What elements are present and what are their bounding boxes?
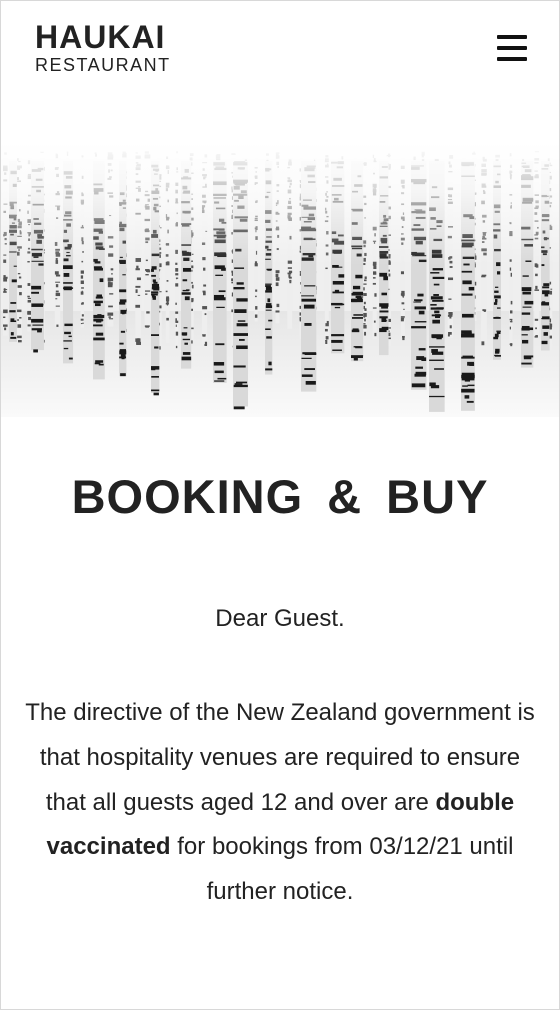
page-frame: HAUKAI RESTAURANT BOOKING & BUY Dear Gue…	[0, 0, 560, 1010]
hero-image	[1, 141, 559, 417]
logo-name: HAUKAI	[35, 19, 166, 55]
notice-bold-double: double	[435, 788, 515, 816]
snowy-birch-forest-photo	[1, 141, 559, 417]
restaurant-logo[interactable]: HAUKAI RESTAURANT	[35, 21, 171, 75]
vaccination-notice: The directive of the New Zealand governm…	[21, 691, 539, 915]
notice-text-2: for bookings from 03/12/21 until further…	[170, 833, 514, 906]
greeting-text: Dear Guest.	[215, 605, 345, 632]
site-header: HAUKAI RESTAURANT	[1, 1, 559, 141]
notice-bold-vaccinated: vaccinated	[46, 833, 171, 861]
page-title: BOOKING & BUY	[71, 470, 489, 523]
hamburger-menu-icon[interactable]	[497, 35, 527, 61]
logo-tagline: RESTAURANT	[35, 55, 171, 75]
